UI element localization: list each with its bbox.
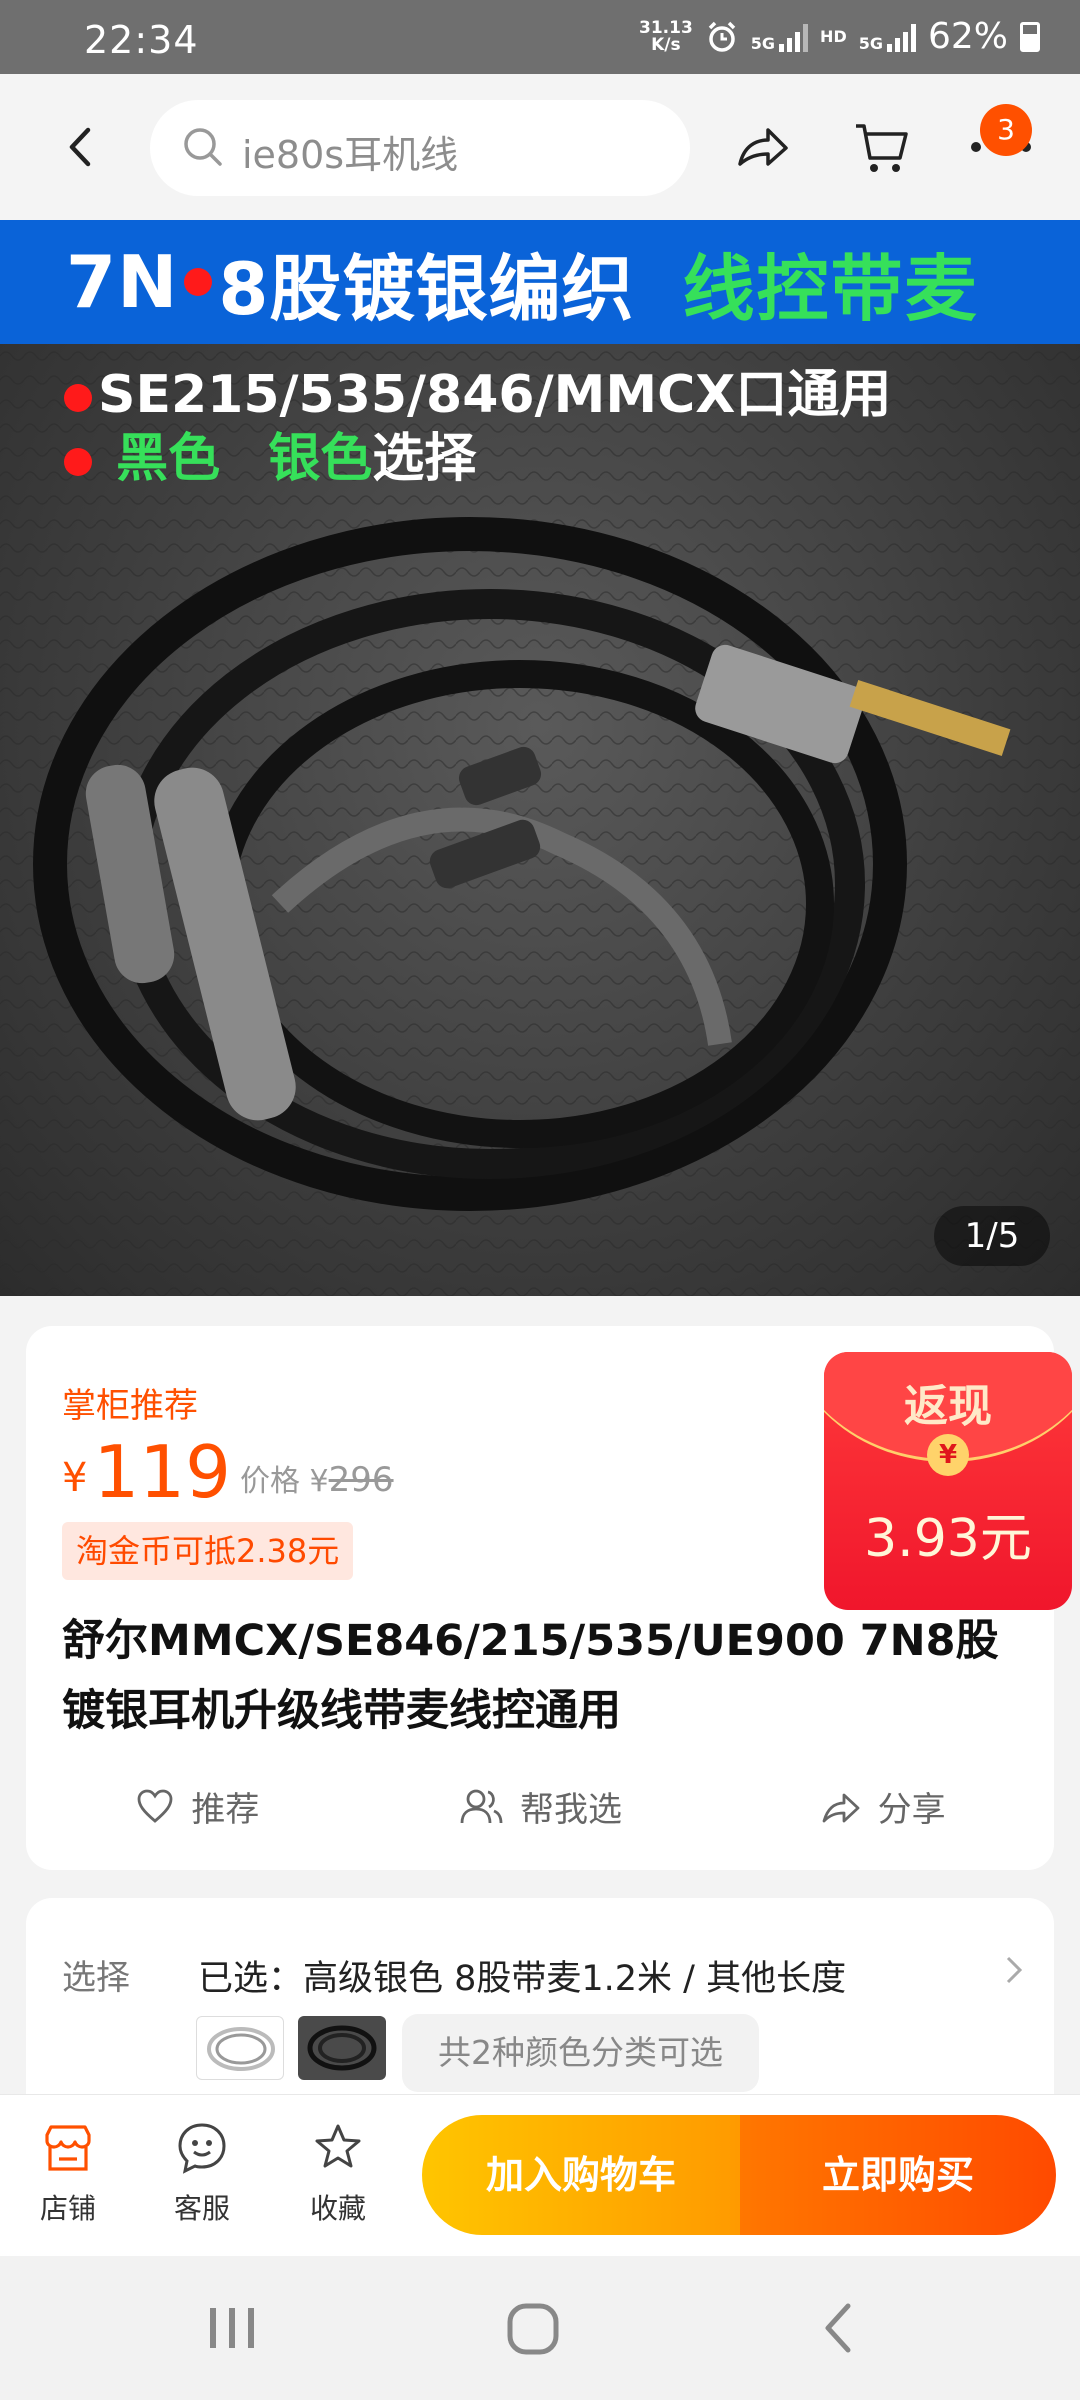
net-speed: 31.13 K/s bbox=[639, 17, 693, 55]
shop-icon bbox=[45, 2125, 91, 2171]
shop-label: 店铺 bbox=[39, 2192, 96, 2225]
status-bar: 22:34 31.13 K/s 5G HD 5G 62% bbox=[0, 0, 1080, 74]
help-choose-label: 帮我选 bbox=[520, 1790, 622, 1830]
banner-text-b: 8股镀银编织 bbox=[218, 246, 635, 331]
image-counter: 1/5 bbox=[934, 1206, 1050, 1266]
product-image-carousel[interactable]: 7N 8股镀银编织 线控带麦 SE215/535/846/MMCX口通用 黑色 … bbox=[0, 220, 1080, 1296]
home-icon[interactable] bbox=[504, 2298, 564, 2358]
network-type-1: 5G bbox=[750, 33, 776, 53]
chat-face-icon bbox=[178, 2123, 226, 2174]
notification-badge: 3 bbox=[980, 104, 1032, 156]
share-icon[interactable] bbox=[732, 118, 792, 178]
favorite-button[interactable]: 收藏 bbox=[288, 2121, 388, 2227]
cashback-label: 返现 bbox=[904, 1381, 992, 1432]
original-currency: ¥ bbox=[309, 1464, 329, 1499]
variant-thumbnail-silver[interactable] bbox=[196, 2016, 284, 2080]
network-type-2: 5G bbox=[858, 33, 883, 53]
banner-text-a: 7N bbox=[66, 240, 179, 324]
variant-thumbnail-black[interactable] bbox=[298, 2016, 386, 2080]
buy-now-button[interactable]: 立即购买 bbox=[740, 2115, 1056, 2235]
share-small-icon bbox=[822, 1793, 860, 1822]
signal-icon-2 bbox=[886, 22, 916, 52]
cashback-red-packet[interactable]: 返现 ¥ 3.93元 bbox=[824, 1352, 1072, 1610]
status-time: 22:34 bbox=[84, 18, 199, 62]
customer-service-button[interactable]: 客服 bbox=[152, 2121, 252, 2227]
yuan-coin-icon: ¥ bbox=[927, 1434, 969, 1476]
customer-service-label: 客服 bbox=[173, 2192, 230, 2225]
shop-button[interactable]: 店铺 bbox=[18, 2121, 118, 2227]
people-icon bbox=[460, 1789, 503, 1823]
status-icons: 31.13 K/s 5G HD 5G 62% bbox=[639, 16, 1040, 57]
product-title: 舒尔MMCX/SE846/215/535/UE900 7N8股镀银耳机升级线带麦… bbox=[62, 1616, 999, 1736]
currency-symbol: ¥ bbox=[62, 1455, 88, 1501]
taobao-coin-badge: 淘金币可抵2.38元 bbox=[62, 1522, 354, 1580]
search-placeholder: ie80s耳机线 bbox=[242, 133, 459, 177]
back-nav-icon[interactable] bbox=[814, 2298, 864, 2358]
system-nav-bar bbox=[0, 2256, 1080, 2400]
original-price: 价格 ¥296 bbox=[240, 1456, 394, 1500]
red-dot-icon bbox=[184, 268, 213, 296]
banner-text-right: 线控带麦 bbox=[682, 246, 979, 331]
recent-apps-icon[interactable] bbox=[204, 2298, 260, 2358]
cart-icon[interactable] bbox=[852, 118, 912, 178]
battery-percent: 62% bbox=[927, 16, 1008, 57]
product-actions: 推荐 帮我选 分享 bbox=[26, 1782, 1054, 1831]
top-header: ie80s耳机线 3 bbox=[0, 74, 1080, 220]
shopkeeper-recommend-label: 掌柜推荐 bbox=[62, 1386, 198, 1426]
share-label: 分享 bbox=[877, 1790, 946, 1830]
original-price-label: 价格 bbox=[240, 1464, 300, 1499]
add-to-cart-button[interactable]: 加入购物车 bbox=[422, 2115, 740, 2235]
back-arrow-icon[interactable] bbox=[56, 122, 106, 172]
selected-option: 已选：高级银色 8股带麦1.2米 / 其他长度 bbox=[198, 1959, 847, 1999]
recommend-button[interactable]: 推荐 bbox=[26, 1782, 369, 1831]
black-cable-thumb-icon bbox=[307, 2025, 377, 2071]
bottom-action-bar: 店铺 客服 收藏 加入购物车 立即购买 bbox=[0, 2094, 1080, 2256]
cashback-amount: 3.93元 bbox=[864, 1509, 1032, 1569]
color-silver-text: 银色 bbox=[268, 429, 373, 489]
sku-selection-card[interactable]: 选择 已选：高级银色 8股带麦1.2米 / 其他长度 共2种颜色分类可选 bbox=[26, 1898, 1054, 2098]
color-black-text: 黑色 bbox=[116, 429, 221, 489]
original-price-value: 296 bbox=[328, 1460, 394, 1500]
current-price: ¥119 bbox=[62, 1430, 231, 1514]
price-value: 119 bbox=[93, 1430, 231, 1514]
recommend-label: 推荐 bbox=[191, 1790, 260, 1830]
choose-text: 选择 bbox=[372, 429, 477, 489]
product-photo: SE215/535/846/MMCX口通用 黑色 银色选择 bbox=[0, 344, 1080, 1296]
silver-cable-thumb-icon bbox=[207, 2027, 275, 2071]
selection-label: 选择 bbox=[62, 1958, 130, 1998]
image-text-line2: 黑色 银色选择 bbox=[64, 416, 476, 491]
image-banner: 7N 8股镀银编织 线控带麦 bbox=[0, 220, 1080, 344]
chevron-right-icon bbox=[1006, 1956, 1023, 1984]
star-icon bbox=[315, 2124, 361, 2168]
more-variants-chip[interactable]: 共2种颜色分类可选 bbox=[402, 2014, 759, 2092]
favorite-label: 收藏 bbox=[309, 2192, 366, 2225]
battery-icon bbox=[1020, 21, 1040, 52]
signal-icon-1 bbox=[779, 22, 809, 52]
search-icon bbox=[184, 128, 222, 166]
search-bar[interactable]: ie80s耳机线 bbox=[150, 100, 690, 196]
heart-icon bbox=[137, 1789, 173, 1823]
net-speed-value: 31.13 bbox=[639, 17, 693, 38]
net-speed-unit: K/s bbox=[651, 34, 681, 55]
alarm-icon bbox=[708, 21, 736, 52]
help-choose-button[interactable]: 帮我选 bbox=[369, 1782, 712, 1831]
share-product-button[interactable]: 分享 bbox=[711, 1782, 1054, 1831]
hd-label: HD bbox=[820, 26, 847, 46]
